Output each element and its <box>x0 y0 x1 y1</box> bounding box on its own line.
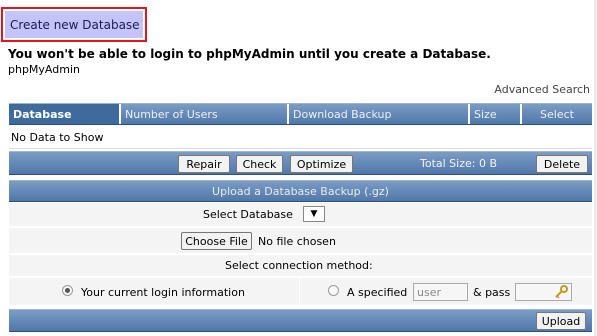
select-database-dropdown[interactable]: ▼ <box>303 206 325 222</box>
user-input[interactable]: user <box>413 283 468 301</box>
column-header-database[interactable]: Database <box>9 104 121 124</box>
phpmyadmin-label: phpMyAdmin <box>8 63 80 76</box>
column-header-size[interactable]: Size <box>470 104 522 124</box>
pass-input[interactable] <box>515 283 572 301</box>
check-button[interactable]: Check <box>236 155 283 173</box>
column-header-download-backup[interactable]: Download Backup <box>289 104 470 124</box>
upload-section-header: Upload a Database Backup (.gz) <box>9 180 592 202</box>
upload-actions-bar: Upload <box>9 309 592 332</box>
specified-login-radio[interactable] <box>328 285 339 296</box>
repair-button[interactable]: Repair <box>178 155 230 173</box>
key-icon <box>555 285 568 299</box>
connection-method-row: Select connection method: <box>9 255 592 277</box>
no-file-chosen-label: No file chosen <box>258 235 336 248</box>
current-login-label[interactable]: Your current login information <box>81 286 245 299</box>
total-size-label: Total Size: 0 B <box>420 157 498 170</box>
connection-method-label: Select connection method: <box>225 259 373 272</box>
create-database-button[interactable]: Create new Database <box>1 7 147 42</box>
column-header-users[interactable]: Number of Users <box>121 104 289 124</box>
current-login-radio[interactable] <box>62 285 73 296</box>
specified-login-label[interactable]: A specified <box>347 286 407 299</box>
upload-button[interactable]: Upload <box>536 312 586 330</box>
database-table-header: Database Number of Users Download Backup… <box>9 103 592 125</box>
table-divider <box>9 148 592 149</box>
no-database-warning: You won't be able to login to phpMyAdmin… <box>8 47 491 61</box>
column-header-select[interactable]: Select <box>522 104 592 124</box>
optimize-button[interactable]: Optimize <box>290 155 353 173</box>
table-actions-bar: Repair Check Optimize Total Size: 0 B De… <box>9 151 592 175</box>
advanced-search-link[interactable]: Advanced Search <box>494 83 590 96</box>
create-database-label[interactable]: Create new Database <box>5 11 143 38</box>
file-upload-row: Choose File No file chosen <box>9 228 592 254</box>
pass-label: & pass <box>473 286 511 299</box>
connection-options-row: Your current login information A specifi… <box>9 278 592 306</box>
select-database-row: Select Database ▼ <box>9 203 592 227</box>
choose-file-button[interactable]: Choose File <box>181 232 252 250</box>
select-database-label: Select Database <box>203 208 293 221</box>
delete-button[interactable]: Delete <box>536 155 588 173</box>
chevron-down-icon: ▼ <box>310 209 318 219</box>
empty-table-message: No Data to Show <box>11 131 104 144</box>
options-divider <box>299 278 300 306</box>
